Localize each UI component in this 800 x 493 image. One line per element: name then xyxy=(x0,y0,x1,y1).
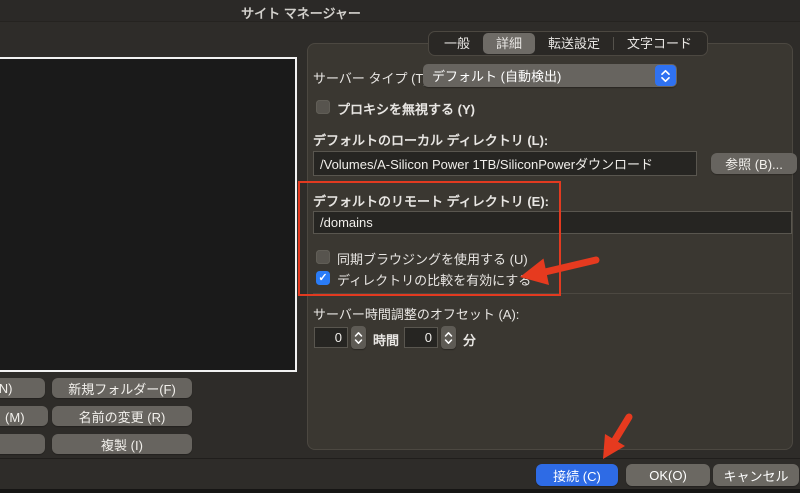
server-type-dropdown[interactable]: デフォルト (自動検出) xyxy=(423,64,677,87)
directory-comparison-label: ディレクトリの比較を有効にする xyxy=(337,270,531,289)
remote-directory-label: デフォルトのリモート ディレクトリ (E): xyxy=(313,191,549,210)
local-directory-input[interactable] xyxy=(313,151,697,176)
delete-button[interactable] xyxy=(0,434,45,454)
minutes-input[interactable] xyxy=(404,327,438,348)
footer-separator xyxy=(0,458,800,459)
window-bottom-edge xyxy=(0,489,800,493)
bypass-proxy-label: プロキシを無視する (Y) xyxy=(337,99,475,118)
sync-browsing-checkbox[interactable] xyxy=(316,250,330,264)
server-type-value: デフォルト (自動検出) xyxy=(432,66,561,85)
tab-general[interactable]: 一般 xyxy=(431,33,483,54)
server-type-label: サーバー タイプ (T): xyxy=(313,68,431,87)
minutes-unit-label: 分 xyxy=(463,330,476,349)
browse-button[interactable]: 参照 (B)... xyxy=(711,153,797,174)
time-offset-label: サーバー時間調整のオフセット (A): xyxy=(313,304,519,323)
ok-button[interactable]: OK(O) xyxy=(626,464,710,486)
window-title: サイト マネージャー xyxy=(180,3,422,22)
cancel-button[interactable]: キャンセル xyxy=(713,464,799,486)
new-site-button[interactable]: (N) xyxy=(0,378,45,398)
new-bookmark-button[interactable]: ク (M) xyxy=(0,406,48,426)
panel-separator xyxy=(313,293,791,294)
connect-button[interactable]: 接続 (C) xyxy=(536,464,618,486)
sync-browsing-label: 同期ブラウジングを使用する (U) xyxy=(337,249,528,268)
local-directory-label: デフォルトのローカル ディレクトリ (L): xyxy=(313,130,548,149)
tab-charset[interactable]: 文字コード xyxy=(614,33,705,54)
tab-bar: 一般 詳細 転送設定 文字コード xyxy=(428,31,708,56)
check-icon: ✓ xyxy=(318,272,327,284)
hours-unit-label: 時間 xyxy=(373,330,399,349)
remote-directory-input[interactable] xyxy=(313,211,792,234)
rename-button[interactable]: 名前の変更 (R) xyxy=(52,406,192,426)
chevron-up-down-icon xyxy=(655,65,676,86)
site-manager-dialog: { "window": { "title": "サイト マネージャー" }, "… xyxy=(0,0,800,493)
tab-advanced[interactable]: 詳細 xyxy=(483,33,535,54)
minutes-stepper[interactable] xyxy=(441,326,456,349)
bypass-proxy-checkbox[interactable] xyxy=(316,100,330,114)
new-folder-button[interactable]: 新規フォルダー(F) xyxy=(52,378,192,398)
duplicate-button[interactable]: 複製 (I) xyxy=(52,434,192,454)
site-tree-list[interactable] xyxy=(0,57,297,372)
hours-input[interactable] xyxy=(314,327,348,348)
hours-stepper[interactable] xyxy=(351,326,366,349)
tab-transfer-settings[interactable]: 転送設定 xyxy=(535,33,613,54)
directory-comparison-checkbox[interactable]: ✓ xyxy=(316,271,330,285)
